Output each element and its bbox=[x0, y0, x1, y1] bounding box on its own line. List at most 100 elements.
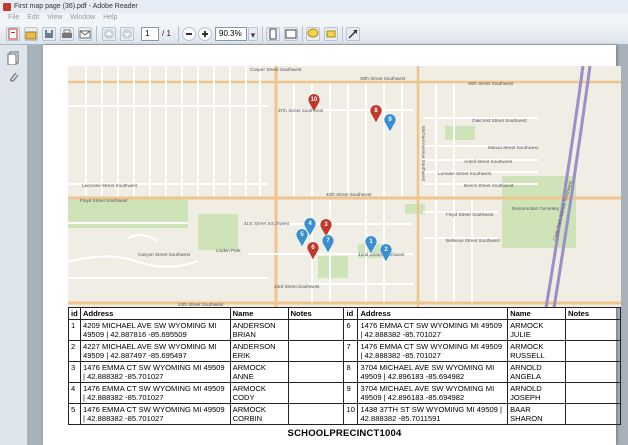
navigation-panel bbox=[0, 45, 28, 445]
column-header-notes: Notes bbox=[565, 307, 621, 320]
cell-address: 1476 EMMA CT SW WYOMING MI 49509 | 42.88… bbox=[357, 319, 509, 341]
park-area bbox=[405, 204, 425, 214]
fit-width-icon[interactable] bbox=[284, 27, 298, 41]
table-body: 1 4209 MICHAEL AVE SW WYOMING MI 49509 | … bbox=[68, 319, 621, 425]
cell-id: 9 bbox=[343, 382, 359, 404]
fit-page-icon[interactable] bbox=[266, 27, 280, 41]
street-label: 41st Street Southwest bbox=[244, 221, 290, 226]
cell-notes bbox=[287, 340, 345, 362]
curved-street bbox=[68, 255, 199, 268]
save-icon[interactable] bbox=[42, 27, 56, 41]
pdf-page: Cooper Street Southwest 36th Street Sout… bbox=[43, 45, 621, 445]
map-marker-label: 10 bbox=[311, 97, 318, 103]
park-area bbox=[318, 256, 348, 278]
open-icon[interactable] bbox=[24, 27, 38, 41]
zoom-in-icon[interactable] bbox=[198, 27, 212, 41]
zoom-dropdown-chevron-down-icon[interactable]: ▾ bbox=[248, 27, 258, 41]
column-header-id: id bbox=[68, 307, 81, 320]
cell-name: ANDERSON ERIK bbox=[229, 340, 289, 362]
menu-edit[interactable]: Edit bbox=[27, 14, 39, 21]
cell-address: 1476 EMMA CT SW WYOMING MI 49509 | 42.88… bbox=[79, 403, 231, 425]
cell-id: 8 bbox=[343, 361, 359, 383]
prev-page-icon[interactable] bbox=[102, 27, 116, 41]
cell-notes bbox=[287, 361, 345, 383]
precinct-caption: SCHOOLPRECINCT1004 bbox=[287, 428, 402, 439]
cell-address: 4209 MICHAEL AVE SW WYOMING MI 49509 | 4… bbox=[79, 319, 231, 341]
map-marker-7[interactable]: 7 bbox=[321, 234, 335, 254]
cell-address: 1476 EMMA CT SW WYOMING MI 49509 | 42.88… bbox=[79, 382, 231, 404]
cell-name: ARMOCK JULIE bbox=[507, 319, 567, 341]
street-label: Lorraine Street Southwest bbox=[438, 171, 492, 176]
street-label: Marcia Street Southwest bbox=[488, 145, 539, 150]
cell-address: 1476 EMMA CT SW WYOMING MI 49509 | 42.88… bbox=[79, 361, 231, 383]
comment-icon[interactable] bbox=[306, 27, 320, 41]
map-marker-6[interactable]: 6 bbox=[306, 241, 320, 261]
cell-address: 1476 EMMA CT SW WYOMING MI 49509 | 42.88… bbox=[357, 340, 509, 362]
expand-icon[interactable] bbox=[346, 27, 360, 41]
curved-street bbox=[127, 234, 159, 242]
menu-file[interactable]: File bbox=[8, 14, 19, 21]
page-thumbnails-icon[interactable] bbox=[7, 51, 21, 66]
table-row: 1 4209 MICHAEL AVE SW WYOMING MI 49509 | … bbox=[68, 319, 621, 341]
adobe-reader-icon bbox=[3, 3, 11, 11]
window-titlebar: First map page (36).pdf - Adobe Reader bbox=[0, 0, 628, 13]
menu-window[interactable]: Window bbox=[70, 14, 95, 21]
toolbar-separator bbox=[302, 26, 303, 42]
address-table: id Address Name Notes id Address Name No… bbox=[68, 307, 621, 425]
next-page-icon[interactable] bbox=[120, 27, 134, 41]
cell-notes bbox=[565, 319, 621, 341]
cell-name: ARMOCK ANNE bbox=[229, 361, 289, 383]
cell-id: 4 bbox=[68, 382, 81, 404]
cell-id: 7 bbox=[343, 340, 359, 362]
cell-id: 5 bbox=[68, 403, 81, 425]
table-row: 4 1476 EMMA CT SW WYOMING MI 49509 | 42.8… bbox=[68, 382, 621, 404]
attachments-paperclip-icon[interactable] bbox=[7, 70, 21, 84]
map-marker-9[interactable]: 9 bbox=[383, 113, 397, 133]
cell-name: ARNOLD ANGELA bbox=[507, 361, 567, 383]
street-label: Bellevue Street Southwest bbox=[446, 238, 501, 243]
map-marker-2[interactable]: 2 bbox=[379, 243, 393, 263]
map-marker-5[interactable]: 5 bbox=[295, 228, 309, 248]
street-label: Beech Street Southwest bbox=[464, 183, 514, 188]
zoom-level-input[interactable]: 90.3% bbox=[215, 27, 247, 41]
highlight-icon[interactable] bbox=[324, 27, 338, 41]
street-label: Oakcrest Street Southwest bbox=[472, 118, 527, 123]
cell-notes bbox=[565, 340, 621, 362]
street-label: 37th Street Southwest bbox=[278, 108, 324, 113]
cell-id: 6 bbox=[343, 319, 359, 341]
street-label: Resurrection Cemetery bbox=[512, 206, 560, 211]
cell-address: 4227 MICHAEL AVE SW WYOMING MI 49509 | 4… bbox=[79, 340, 231, 362]
street-label: 36th Street Southwest bbox=[468, 81, 514, 86]
toolbar: 1 / 1 90.3% ▾ bbox=[0, 23, 628, 45]
email-icon[interactable] bbox=[78, 27, 92, 41]
cell-notes bbox=[287, 403, 345, 425]
park-area bbox=[445, 126, 475, 140]
street-label: Floyd Street Southwest bbox=[446, 212, 494, 217]
document-viewport[interactable]: Cooper Street Southwest 36th Street Sout… bbox=[28, 45, 628, 445]
window-title: First map page (36).pdf - Adobe Reader bbox=[14, 3, 138, 10]
street-label: Cooper Street Southwest bbox=[250, 67, 302, 72]
create-pdf-icon[interactable] bbox=[6, 27, 20, 41]
table-row: 2 4227 MICHAEL AVE SW WYOMING MI 49509 | … bbox=[68, 340, 621, 362]
column-header-address: Address bbox=[357, 307, 509, 320]
page-number-input[interactable]: 1 bbox=[141, 27, 159, 41]
cell-id: 10 bbox=[343, 403, 359, 425]
print-icon[interactable] bbox=[60, 27, 74, 41]
cell-name: ANDERSON BRIAN bbox=[229, 319, 289, 341]
cell-notes bbox=[565, 382, 621, 404]
map-marker-8[interactable]: 8 bbox=[369, 104, 383, 124]
cell-address: 3704 MICHAEL AVE SW WYOMING MI 49509 | 4… bbox=[357, 382, 509, 404]
precinct-map: Cooper Street Southwest 36th Street Sout… bbox=[68, 66, 621, 308]
toolbar-separator bbox=[262, 26, 263, 42]
column-header-id: id bbox=[343, 307, 359, 320]
menu-bar: File Edit View Window Help bbox=[0, 13, 628, 23]
menu-view[interactable]: View bbox=[47, 14, 62, 21]
toolbar-separator bbox=[96, 26, 97, 42]
linden-park-area bbox=[198, 214, 238, 250]
cell-name: ARNOLD JOSEPH bbox=[507, 382, 567, 404]
zoom-out-icon[interactable] bbox=[182, 27, 196, 41]
map-canvas: Cooper Street Southwest 36th Street Sout… bbox=[68, 66, 621, 308]
column-header-name: Name bbox=[507, 307, 567, 320]
menu-help[interactable]: Help bbox=[103, 14, 117, 21]
cell-id: 1 bbox=[68, 319, 81, 341]
